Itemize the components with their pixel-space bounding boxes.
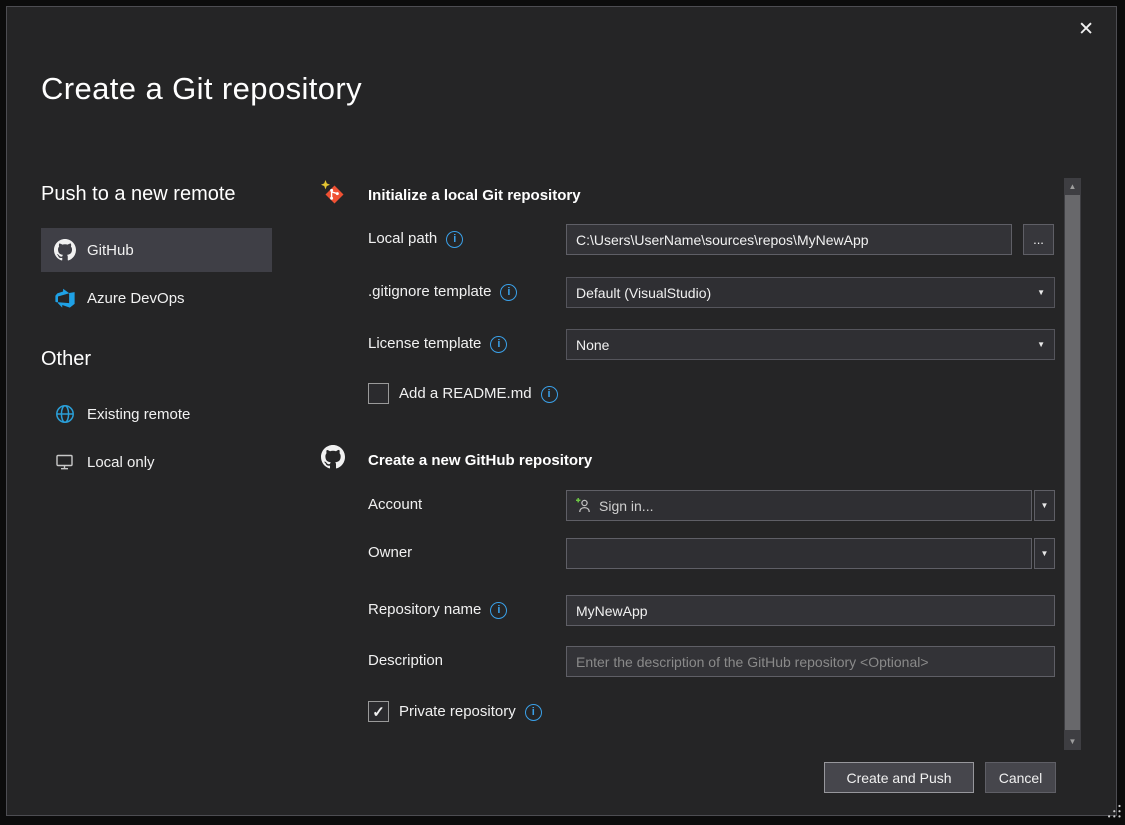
sidebar-item-azure-devops[interactable]: Azure DevOps bbox=[41, 276, 272, 320]
scroll-down-icon[interactable]: ▼ bbox=[1064, 733, 1081, 750]
gitignore-value: Default (VisualStudio) bbox=[576, 285, 711, 301]
sidebar-item-existing-remote[interactable]: Existing remote bbox=[41, 392, 272, 436]
github-icon bbox=[321, 445, 345, 469]
owner-label: Owner bbox=[368, 542, 412, 564]
info-icon[interactable]: i bbox=[525, 704, 542, 721]
gitignore-label: .gitignore template i bbox=[368, 281, 517, 303]
create-and-push-button[interactable]: Create and Push bbox=[824, 762, 974, 793]
private-repo-checkbox[interactable]: ✓ bbox=[368, 701, 389, 722]
license-label: License template i bbox=[368, 333, 507, 355]
sidebar-item-label: Local only bbox=[87, 454, 155, 471]
license-value: None bbox=[576, 337, 609, 353]
readme-checkbox[interactable]: ✓ bbox=[368, 383, 389, 404]
init-section-header: Initialize a local Git repository bbox=[368, 185, 581, 207]
dialog-title: Create a Git repository bbox=[41, 67, 362, 111]
cancel-button[interactable]: Cancel bbox=[985, 762, 1056, 793]
monitor-icon bbox=[54, 451, 76, 473]
local-path-label: Local path i bbox=[368, 228, 463, 250]
create-git-repo-dialog: ✕ Create a Git repository Push to a new … bbox=[6, 6, 1117, 816]
license-dropdown[interactable]: None ▼ bbox=[566, 329, 1055, 360]
push-remote-heading: Push to a new remote bbox=[41, 183, 236, 206]
owner-combobox[interactable] bbox=[566, 538, 1032, 569]
chevron-down-icon: ▼ bbox=[1037, 341, 1045, 349]
close-icon[interactable]: ✕ bbox=[1078, 19, 1094, 41]
resize-grip[interactable] bbox=[1106, 803, 1122, 824]
info-icon[interactable]: i bbox=[500, 284, 517, 301]
info-icon[interactable]: i bbox=[541, 386, 558, 403]
info-icon[interactable]: i bbox=[490, 602, 507, 619]
local-path-input[interactable] bbox=[566, 224, 1012, 255]
other-heading: Other bbox=[41, 348, 91, 371]
repo-name-input[interactable] bbox=[566, 595, 1055, 626]
sidebar-item-local-only[interactable]: Local only bbox=[41, 440, 272, 484]
globe-icon bbox=[54, 403, 76, 425]
github-icon bbox=[54, 239, 76, 261]
chevron-down-icon: ▼ bbox=[1037, 289, 1045, 297]
sign-in-person-icon bbox=[575, 497, 592, 514]
private-repo-label: Private repository i bbox=[399, 701, 542, 723]
account-combobox[interactable]: Sign in... bbox=[566, 490, 1032, 521]
browse-button[interactable]: ... bbox=[1023, 224, 1054, 255]
chevron-down-icon: ▼ bbox=[1041, 502, 1049, 510]
description-label: Description bbox=[368, 650, 443, 672]
azure-devops-icon bbox=[54, 287, 76, 309]
github-section-header: Create a new GitHub repository bbox=[368, 450, 592, 472]
sidebar-item-label: GitHub bbox=[87, 242, 134, 259]
readme-label: Add a README.md i bbox=[399, 383, 558, 405]
sidebar-item-github[interactable]: GitHub bbox=[41, 228, 272, 272]
info-icon[interactable]: i bbox=[490, 336, 507, 353]
check-icon: ✓ bbox=[372, 703, 385, 721]
chevron-down-icon: ▼ bbox=[1041, 550, 1049, 558]
account-label: Account bbox=[368, 494, 422, 516]
vertical-scrollbar[interactable]: ▲ ▼ bbox=[1064, 178, 1081, 750]
scroll-up-icon[interactable]: ▲ bbox=[1064, 178, 1081, 195]
sidebar-item-label: Existing remote bbox=[87, 406, 190, 423]
owner-dropdown-button[interactable]: ▼ bbox=[1034, 538, 1055, 569]
info-icon[interactable]: i bbox=[446, 231, 463, 248]
gitignore-dropdown[interactable]: Default (VisualStudio) ▼ bbox=[566, 277, 1055, 308]
repo-name-label: Repository name i bbox=[368, 599, 507, 621]
description-input[interactable] bbox=[566, 646, 1055, 677]
scrollbar-thumb[interactable] bbox=[1065, 195, 1080, 730]
new-git-repo-icon bbox=[319, 179, 346, 206]
account-dropdown-button[interactable]: ▼ bbox=[1034, 490, 1055, 521]
sidebar-item-label: Azure DevOps bbox=[87, 290, 185, 307]
account-placeholder: Sign in... bbox=[599, 498, 653, 514]
